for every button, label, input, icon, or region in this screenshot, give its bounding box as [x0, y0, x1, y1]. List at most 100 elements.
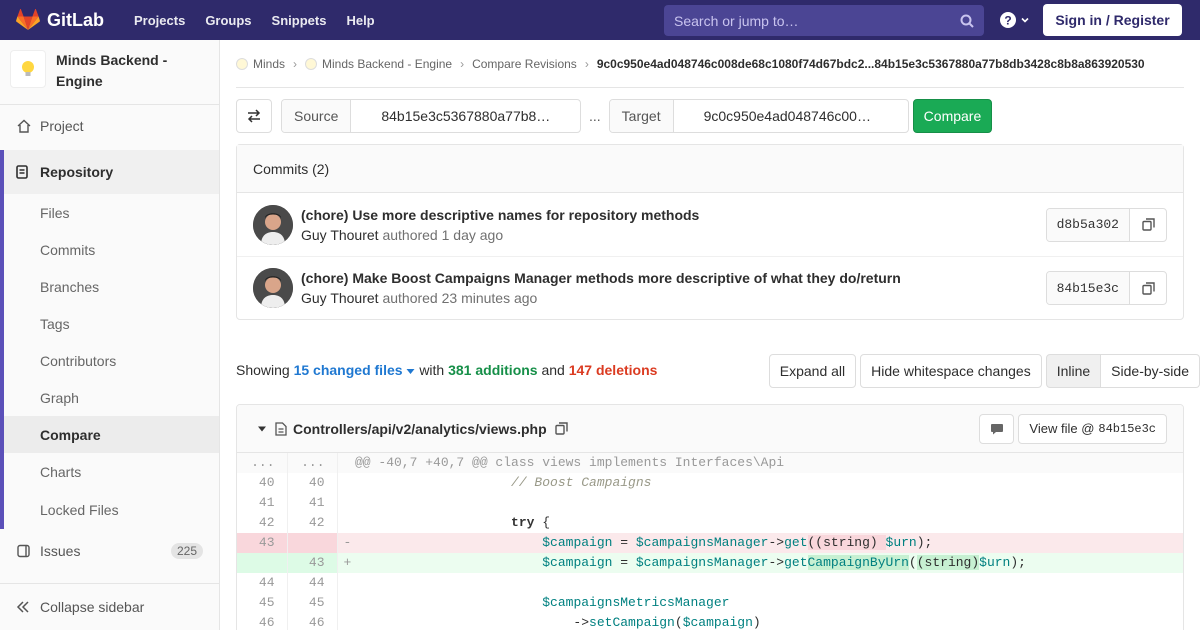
target-value[interactable]: 9c0c950e4ad048746c00… [674, 100, 871, 132]
view-mode-toggle: Inline Side-by-side [1045, 354, 1200, 388]
line-number[interactable]: 40 [237, 473, 288, 493]
swap-revisions-button[interactable] [236, 99, 272, 133]
sidebar-item-contributors[interactable]: Contributors [4, 342, 219, 379]
breadcrumb-project[interactable]: Minds Backend - Engine [322, 57, 452, 71]
line-number[interactable]: 43 [237, 533, 288, 553]
sidebar-item-issues[interactable]: Issues 225 [0, 529, 219, 573]
sidebar-item-branches[interactable]: Branches [4, 268, 219, 305]
copy-icon[interactable] [1130, 272, 1166, 304]
sidebar-item-repository[interactable]: Repository [4, 150, 219, 194]
main-content: Minds › Minds Backend - Engine › Compare… [236, 40, 1200, 630]
gitlab-fox-icon [16, 9, 40, 30]
side-by-side-button[interactable]: Side-by-side [1101, 354, 1200, 388]
line-number[interactable] [287, 533, 338, 553]
nav-snippets[interactable]: Snippets [262, 13, 337, 28]
line-number[interactable]: ... [287, 453, 338, 473]
code-line: ->setCampaign($campaign) [355, 615, 761, 630]
line-number[interactable]: 45 [237, 593, 288, 613]
avatar[interactable] [253, 204, 293, 245]
commit-sha[interactable]: 84b15e3c [1046, 272, 1130, 304]
commit-sha[interactable]: d8b5a302 [1046, 208, 1130, 241]
commit-time: authored 1 day ago [382, 226, 504, 243]
sidebar: Minds Backend - Engine Project Repositor… [0, 40, 220, 630]
changed-files-dropdown[interactable]: 15 changed files [294, 362, 416, 378]
stats-showing: Showing [236, 362, 290, 378]
diff-sign: + [337, 553, 355, 573]
breadcrumb-compare[interactable]: Compare Revisions [472, 57, 577, 71]
breadcrumb-current[interactable]: 9c0c950e4ad048746c008de68c1080f74d67bdc2… [597, 57, 1145, 71]
compare-button[interactable]: Compare [912, 99, 993, 133]
brand-name: GitLab [47, 9, 104, 30]
sidebar-item-commits[interactable]: Commits [4, 231, 219, 268]
copy-icon[interactable] [1130, 209, 1166, 241]
home-icon [16, 119, 32, 133]
line-number[interactable] [237, 553, 288, 573]
line-number[interactable]: 41 [237, 493, 288, 513]
expand-all-button[interactable]: Expand all [768, 354, 857, 388]
commit-meta: Guy Thouret authored 23 minutes ago [301, 290, 901, 306]
line-number[interactable]: 46 [237, 613, 288, 630]
commit-sha-group: 84b15e3c [1045, 271, 1167, 305]
search-input[interactable]: Search or jump to… [664, 5, 984, 36]
commit-title[interactable]: (chore) Use more descriptive names for r… [301, 207, 699, 223]
sidebar-item-graph[interactable]: Graph [4, 379, 219, 416]
comment-button[interactable] [979, 413, 1015, 444]
top-navbar: GitLab Projects Groups Snippets Help Sea… [0, 0, 1200, 40]
project-avatar [10, 50, 47, 88]
issues-count-badge: 225 [170, 543, 203, 559]
copy-icon[interactable] [554, 422, 568, 435]
diff-sign: - [337, 533, 355, 553]
line-number[interactable]: 46 [287, 613, 338, 630]
nav-groups[interactable]: Groups [195, 13, 261, 28]
diff-sign [337, 573, 355, 593]
code-line: $campaign = $campaignsManager->get((stri… [355, 533, 1183, 553]
chevron-down-icon[interactable] [257, 425, 267, 433]
commit-author[interactable]: Guy Thouret [301, 227, 379, 243]
view-file-button[interactable]: View file @84b15e3c [1018, 413, 1167, 444]
line-number[interactable]: 45 [287, 593, 338, 613]
target-selector[interactable]: Target 9c0c950e4ad048746c00… [608, 99, 909, 133]
sidebar-item-compare[interactable]: Compare [4, 416, 219, 453]
collapse-sidebar-button[interactable]: Collapse sidebar [0, 583, 219, 630]
sidebar-item-locked-files[interactable]: Locked Files [4, 490, 219, 529]
sidebar-item-charts[interactable]: Charts [4, 453, 219, 490]
line-number[interactable]: 42 [237, 513, 288, 533]
gitlab-logo[interactable]: GitLab [16, 9, 104, 31]
avatar[interactable] [253, 268, 293, 308]
hide-whitespace-button[interactable]: Hide whitespace changes [860, 354, 1042, 388]
line-number[interactable]: 44 [237, 573, 288, 593]
commit-title[interactable]: (chore) Make Boost Campaigns Manager met… [301, 270, 901, 286]
sidebar-item-project[interactable]: Project [0, 107, 219, 145]
view-file-sha: 84b15e3c [1098, 421, 1156, 436]
sidebar-repository-group: Repository Files Commits Branches Tags C… [0, 150, 219, 529]
diff-sign [337, 513, 355, 533]
line-number[interactable]: 44 [287, 573, 338, 593]
commit-author[interactable]: Guy Thouret [301, 290, 379, 306]
diff-toolbar: Expand all Hide whitespace changes Inlin… [765, 354, 1200, 388]
commits-list: Commits (2) (chore) Use more descriptive… [236, 144, 1184, 320]
inline-view-button[interactable]: Inline [1045, 354, 1102, 388]
signin-button[interactable]: Sign in / Register [1043, 4, 1182, 36]
diff-line-removed: 43 - $campaign = $campaignsManager->get((… [237, 533, 1183, 553]
sidebar-project-header[interactable]: Minds Backend - Engine [0, 40, 219, 105]
line-number[interactable]: ... [237, 453, 288, 473]
line-number[interactable]: 40 [287, 473, 338, 493]
line-number[interactable]: 41 [287, 493, 338, 513]
file-path[interactable]: Controllers/api/v2/analytics/views.php [293, 421, 547, 437]
source-selector[interactable]: Source 84b15e3c5367880a77b8… [281, 99, 581, 133]
sidebar-item-label: Repository [40, 164, 114, 180]
sidebar-item-files[interactable]: Files [4, 194, 219, 231]
nav-projects[interactable]: Projects [124, 13, 195, 28]
help-dropdown[interactable]: ? [1000, 12, 1030, 28]
sidebar-item-tags[interactable]: Tags [4, 305, 219, 342]
code-line: // Boost Campaigns [511, 475, 652, 490]
comment-icon [990, 423, 1003, 434]
breadcrumb-minds[interactable]: Minds [253, 57, 285, 71]
chevron-down-icon [1021, 17, 1029, 23]
line-number[interactable]: 43 [287, 553, 338, 573]
svg-text:?: ? [1004, 14, 1011, 28]
commit-sha-group: d8b5a302 [1045, 207, 1167, 242]
nav-help[interactable]: Help [336, 13, 384, 28]
line-number[interactable]: 42 [287, 513, 338, 533]
source-value[interactable]: 84b15e3c5367880a77b8… [351, 100, 550, 132]
